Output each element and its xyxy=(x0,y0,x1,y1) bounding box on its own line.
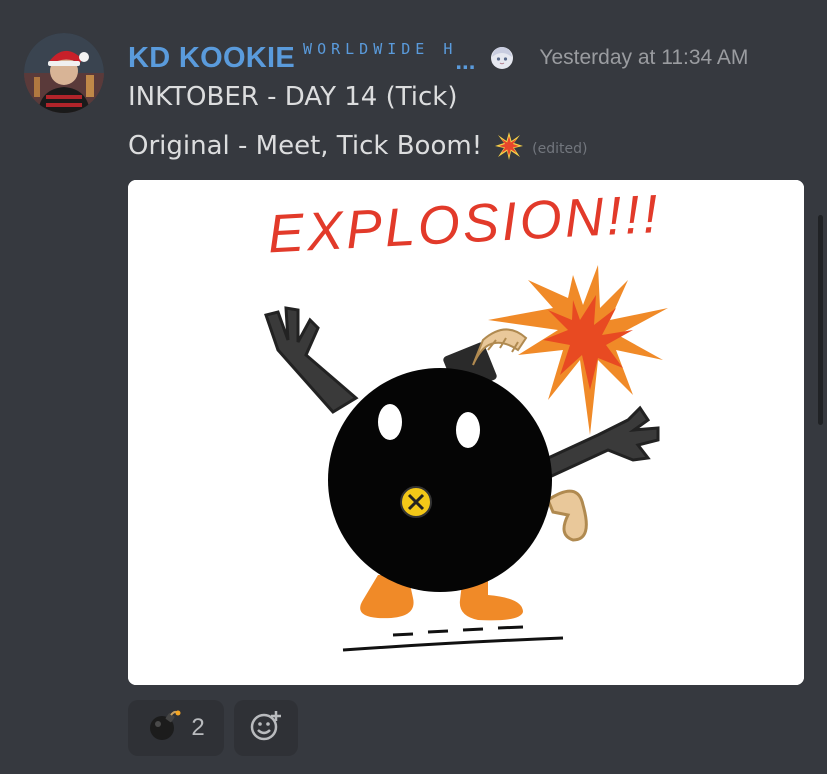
bomb-icon xyxy=(147,709,181,747)
message-text: Original - Meet, Tick Boom! xyxy=(128,131,483,161)
collision-icon xyxy=(494,131,524,161)
message-header: KD KOOKIE WORLDWIDE H ... Yesterday at 1… xyxy=(128,36,748,80)
image-attachment[interactable]: EXPLOSION!!! xyxy=(128,180,804,685)
user-avatar[interactable] xyxy=(24,33,104,113)
chat-message: KD KOOKIE WORLDWIDE H ... Yesterday at 1… xyxy=(0,0,827,774)
edited-label: (edited) xyxy=(532,141,588,157)
message-text-line-1: INKTOBER - DAY 14 (Tick) xyxy=(128,82,458,112)
username[interactable]: KD KOOKIE xyxy=(128,42,295,75)
anime-girl-icon xyxy=(489,45,515,71)
scrollbar[interactable] xyxy=(818,215,823,425)
add-reaction-button[interactable] xyxy=(234,700,298,756)
reaction-bomb[interactable]: 2 xyxy=(128,700,224,756)
message-text-line-2: Original - Meet, Tick Boom! (edited) xyxy=(128,131,587,161)
reaction-count: 2 xyxy=(191,714,205,741)
bomb-body-drawing xyxy=(328,368,552,592)
timestamp: Yesterday at 11:34 AM xyxy=(539,46,749,69)
role-tag: WORLDWIDE H xyxy=(303,40,458,58)
role-tag-ellipsis: ... xyxy=(455,48,476,75)
add-reaction-icon xyxy=(249,709,283,747)
reactions-bar: 2 xyxy=(128,700,298,756)
